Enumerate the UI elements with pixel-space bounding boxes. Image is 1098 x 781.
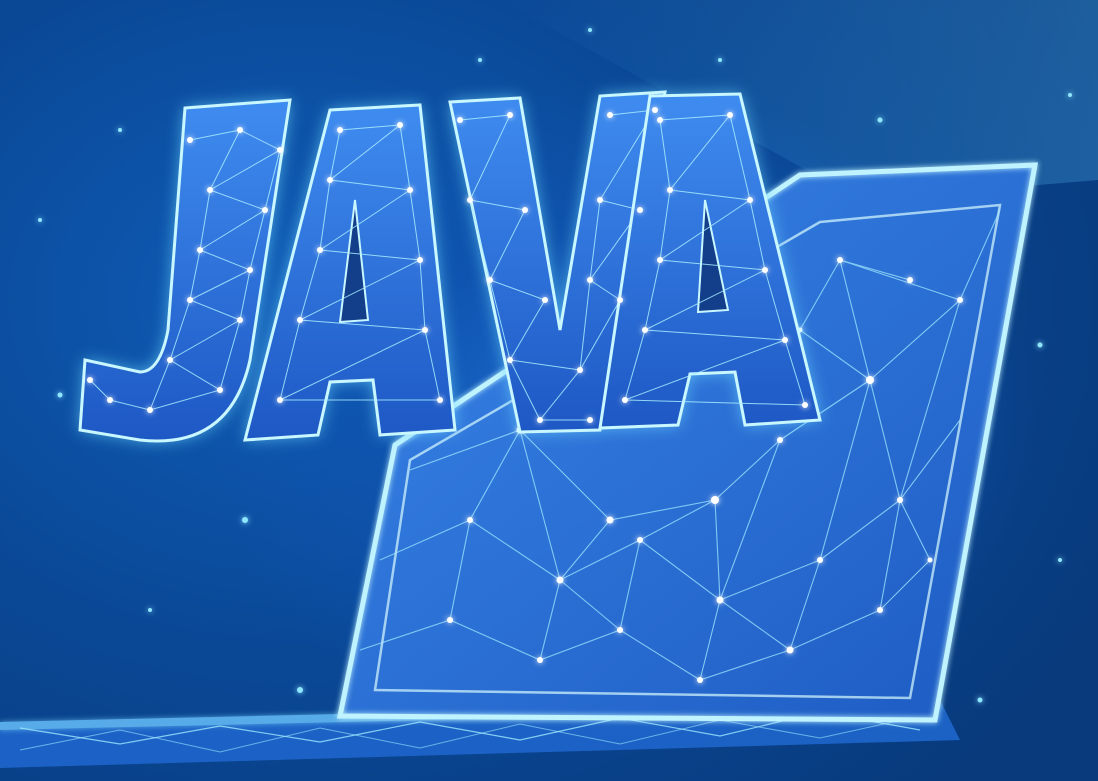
illustration-scene: JAVA — [0, 0, 1098, 781]
low-poly-illustration — [0, 0, 1098, 768]
